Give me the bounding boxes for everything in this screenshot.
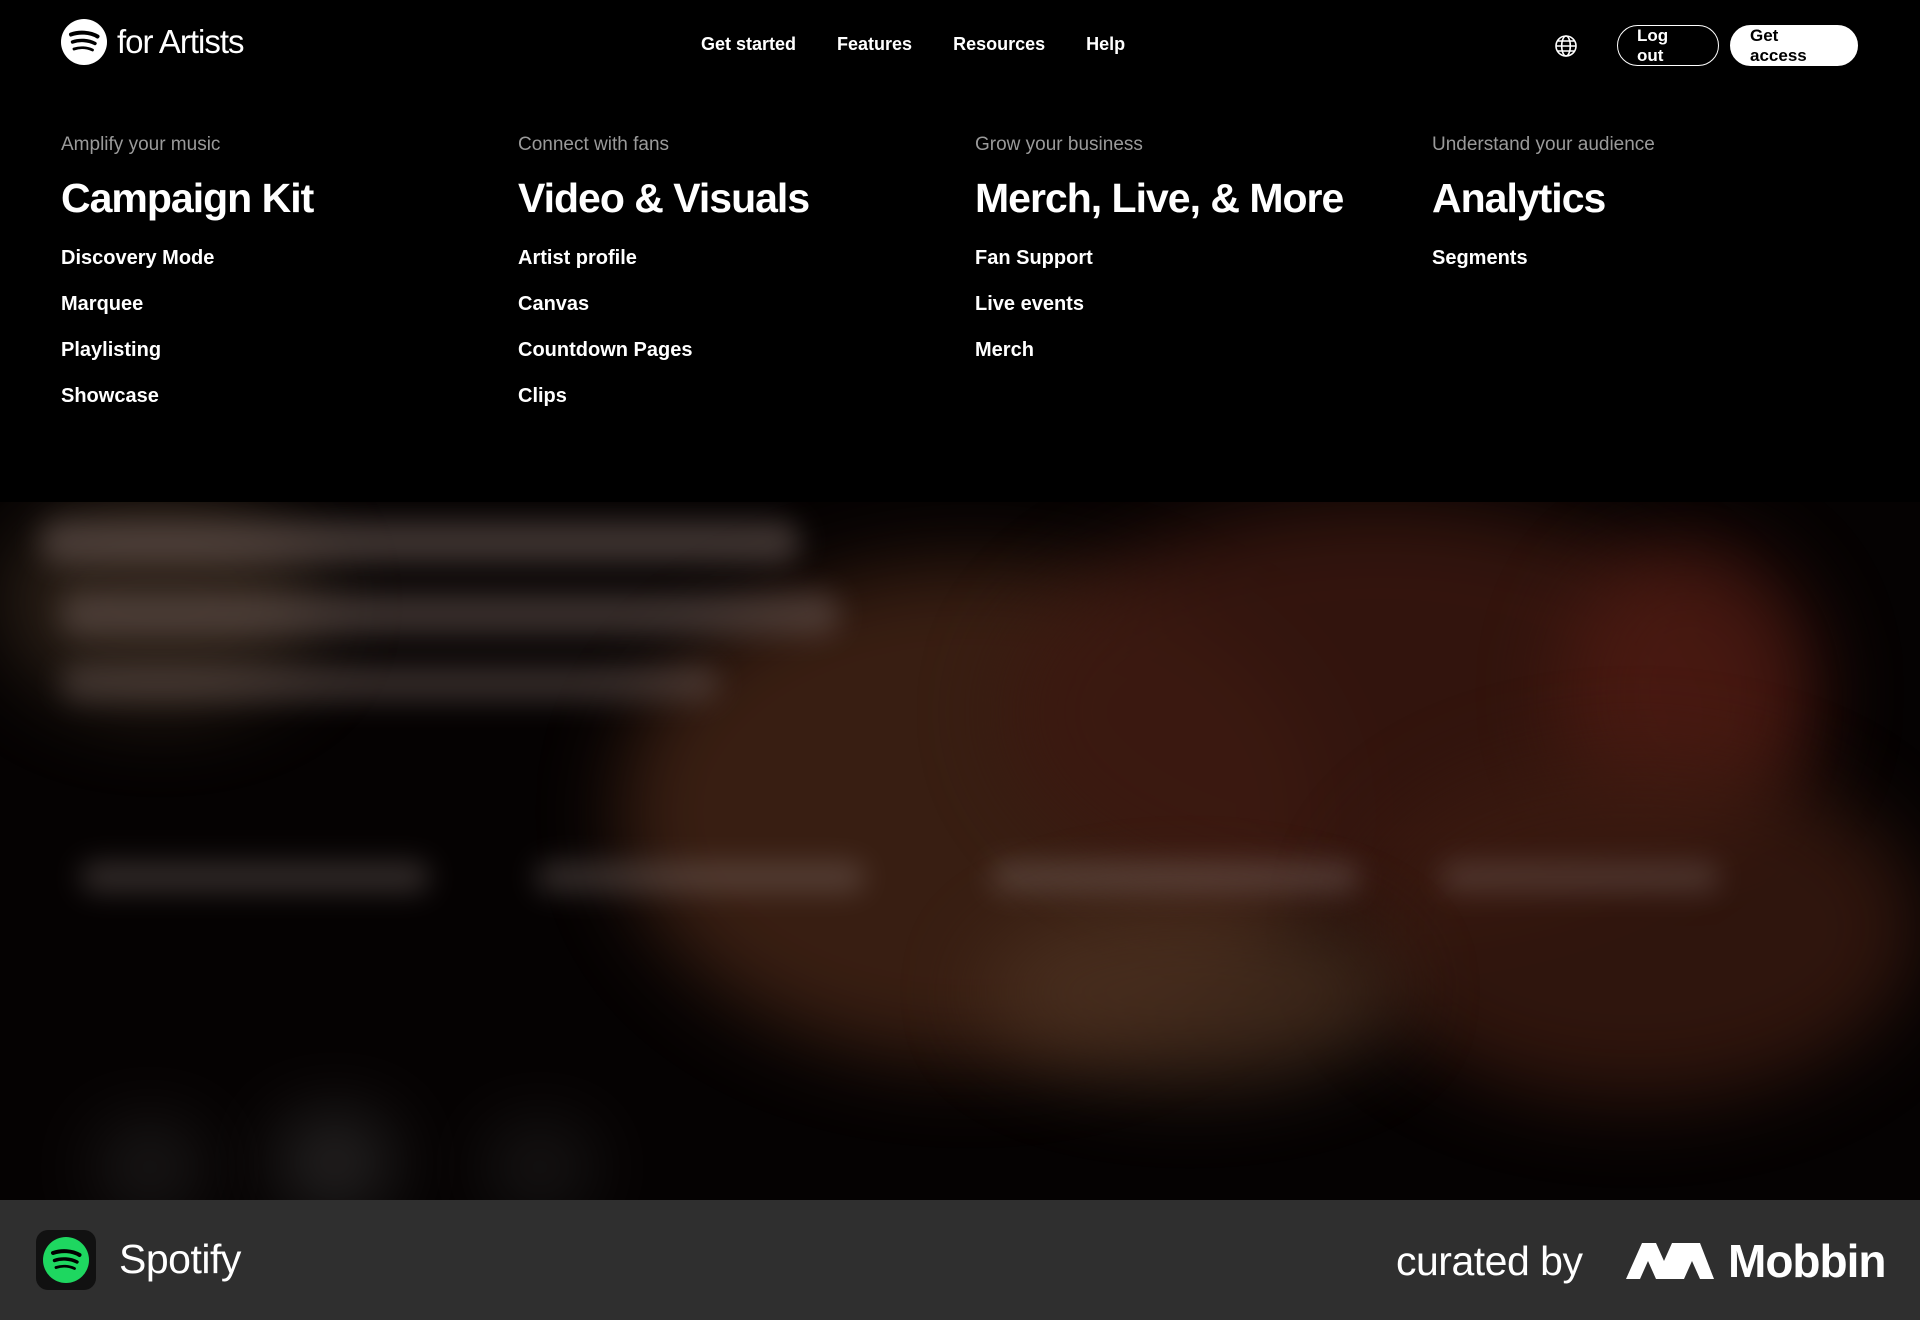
- menu-link-discovery-mode[interactable]: Discovery Mode: [61, 247, 313, 293]
- column-subtitle: Amplify your music: [61, 134, 221, 155]
- blurred-heading-line: [60, 664, 720, 702]
- menu-column-analytics: Understand your audience Analytics Segme…: [1432, 134, 1655, 293]
- spotify-app-icon: [36, 1230, 96, 1290]
- menu-column-merch-live: Grow your business Merch, Live, & More F…: [975, 134, 1344, 385]
- column-subtitle: Grow your business: [975, 134, 1143, 155]
- blur-shape: [490, 1132, 590, 1200]
- column-title[interactable]: Video & Visuals: [518, 178, 810, 219]
- column-links: Discovery Mode Marquee Playlisting Showc…: [61, 247, 313, 431]
- spotify-logo-icon: [43, 1237, 89, 1283]
- spotify-logo-icon: [61, 19, 107, 65]
- nav-features[interactable]: Features: [837, 34, 912, 55]
- blur-shape: [1350, 752, 1920, 1102]
- blur-shape: [100, 1132, 200, 1200]
- top-header: for Artists Get started Features Resourc…: [0, 0, 1920, 92]
- column-links: Fan Support Live events Merch: [975, 247, 1343, 385]
- column-subtitle: Understand your audience: [1432, 134, 1655, 155]
- menu-link-clips[interactable]: Clips: [518, 385, 809, 431]
- logout-button[interactable]: Log out: [1617, 25, 1719, 66]
- menu-link-playlisting[interactable]: Playlisting: [61, 339, 313, 385]
- menu-link-merch[interactable]: Merch: [975, 339, 1343, 385]
- nav-help[interactable]: Help: [1086, 34, 1125, 55]
- nav-resources[interactable]: Resources: [953, 34, 1045, 55]
- column-links: Segments: [1432, 247, 1655, 293]
- menu-link-canvas[interactable]: Canvas: [518, 293, 809, 339]
- blurred-heading-line: [40, 520, 800, 564]
- blurred-tab: [535, 862, 865, 892]
- column-links: Artist profile Canvas Countdown Pages Cl…: [518, 247, 809, 431]
- menu-link-marquee[interactable]: Marquee: [61, 293, 313, 339]
- blur-shape: [980, 902, 1400, 1082]
- menu-link-live-events[interactable]: Live events: [975, 293, 1343, 339]
- mobbin-wordmark: Mobbin: [1728, 1235, 1886, 1287]
- column-title[interactable]: Campaign Kit: [61, 178, 314, 219]
- menu-link-fan-support[interactable]: Fan Support: [975, 247, 1343, 293]
- column-title[interactable]: Merch, Live, & More: [975, 178, 1344, 219]
- app-name: Spotify: [119, 1236, 241, 1282]
- menu-column-video-visuals: Connect with fans Video & Visuals Artist…: [518, 134, 810, 431]
- blurred-tab: [1440, 862, 1720, 892]
- blurred-tab: [80, 862, 430, 892]
- menu-link-segments[interactable]: Segments: [1432, 247, 1655, 293]
- main-nav: Get started Features Resources Help: [701, 34, 1125, 55]
- menu-column-campaign-kit: Amplify your music Campaign Kit Discover…: [61, 134, 314, 431]
- attribution-bar: Spotify curated by Mobbin: [0, 1200, 1920, 1320]
- features-mega-menu: Amplify your music Campaign Kit Discover…: [0, 92, 1920, 502]
- curated-by-label: curated by: [1396, 1238, 1583, 1284]
- blurred-hero-background: [0, 502, 1920, 1200]
- spotify-for-artists-logo[interactable]: for Artists: [61, 19, 245, 65]
- blurred-tab: [990, 862, 1360, 892]
- menu-link-countdown-pages[interactable]: Countdown Pages: [518, 339, 809, 385]
- brand-name: for Artists: [117, 23, 245, 60]
- nav-get-started[interactable]: Get started: [701, 34, 796, 55]
- mobbin-logo: Mobbin: [1626, 1234, 1886, 1288]
- menu-link-showcase[interactable]: Showcase: [61, 385, 313, 431]
- mobbin-logo-icon: [1626, 1243, 1714, 1279]
- get-access-button[interactable]: Get access: [1730, 25, 1858, 66]
- blurred-heading-line: [60, 592, 840, 636]
- globe-icon[interactable]: [1554, 34, 1578, 58]
- menu-link-artist-profile[interactable]: Artist profile: [518, 247, 809, 293]
- blur-shape: [280, 1122, 390, 1200]
- column-title[interactable]: Analytics: [1432, 178, 1655, 219]
- header-actions: Log out Get access: [1554, 25, 1858, 66]
- column-subtitle: Connect with fans: [518, 134, 670, 155]
